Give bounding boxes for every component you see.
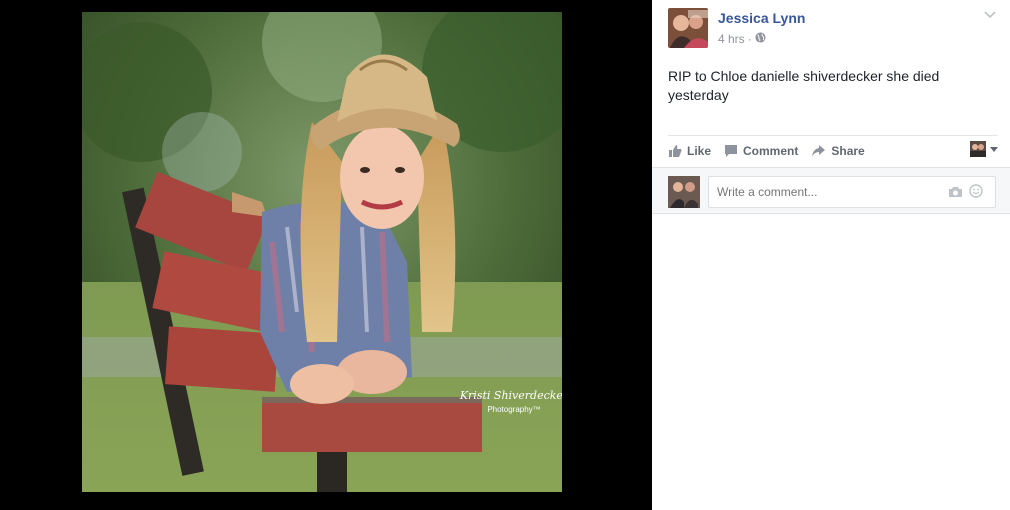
comment-composer [652,167,1010,214]
share-arrow-icon [811,144,826,158]
post-timestamp[interactable]: 4 hrs [718,32,745,46]
meta-separator: · [747,32,752,46]
photo-watermark-subtitle: Photography™ [487,405,540,414]
like-button[interactable]: Like [668,144,711,158]
author-name[interactable]: Jessica Lynn [718,10,805,26]
comment-label: Comment [743,144,799,158]
photo-viewer-stage: Kristi Shiverdecker Photography™ [0,0,652,510]
thumbs-up-icon [668,144,682,158]
post-header: Jessica Lynn 4 hrs · [668,8,998,48]
smiley-icon[interactable] [969,184,983,203]
post-meta: 4 hrs · [718,32,766,46]
like-label: Like [687,144,712,158]
share-button[interactable]: Share [811,144,865,158]
commenter-avatar [668,176,700,208]
chevron-down-icon[interactable] [982,8,998,24]
post-actions-bar: Like Comment Share [668,135,998,166]
post-as-selector[interactable] [970,141,998,157]
post-photo[interactable]: Kristi Shiverdecker Photography™ [82,12,562,492]
selector-avatar [970,141,986,157]
photo-image: Kristi Shiverdecker Photography™ [82,12,562,492]
globe-icon[interactable] [755,32,766,46]
share-label: Share [831,144,865,158]
caret-down-icon [990,146,998,152]
comment-button[interactable]: Comment [724,144,798,158]
comment-input-icons [948,184,983,203]
post-side-panel: Jessica Lynn 4 hrs · RIP to Chloe daniel… [652,0,1010,510]
author-avatar[interactable] [668,8,708,48]
post-text: RIP to Chloe danielle shiverdecker she d… [668,68,940,103]
photo-watermark: Kristi Shiverdecker [459,389,562,402]
camera-icon[interactable] [948,185,963,203]
speech-bubble-icon [724,144,738,158]
